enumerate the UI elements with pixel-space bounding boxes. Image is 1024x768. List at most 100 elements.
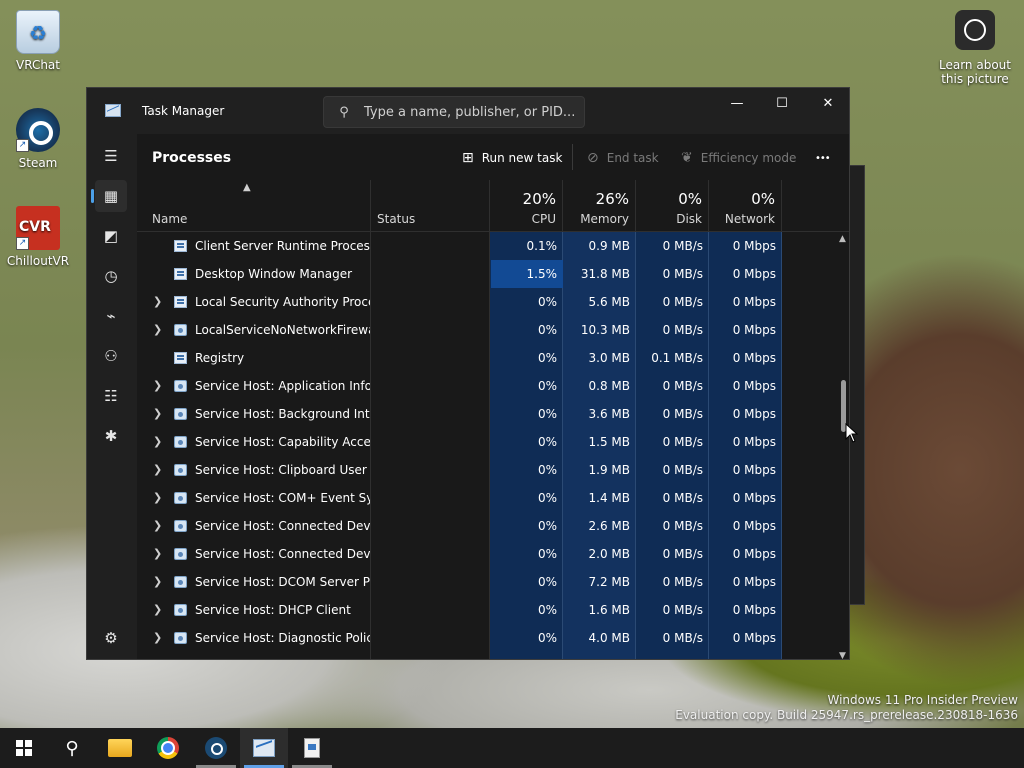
settings-gear-icon[interactable]: ⚙ xyxy=(95,622,127,654)
expand-chevron-icon[interactable]: ❯ xyxy=(153,631,162,644)
expand-chevron-icon[interactable]: ❯ xyxy=(153,463,162,476)
nav-app-history-icon[interactable]: ◷ xyxy=(95,260,127,292)
nav-services-icon[interactable]: ✱ xyxy=(95,420,127,452)
cpu-label: CPU xyxy=(531,212,556,226)
minimize-button[interactable]: — xyxy=(714,88,760,118)
process-name: Service Host: Diagnostic Polic... xyxy=(195,631,370,645)
desktop-icon-chilloutvr[interactable]: ↗ ChilloutVR xyxy=(0,206,76,268)
column-network[interactable]: 0% Network xyxy=(709,180,782,232)
process-row[interactable]: ❯ Service Host: DHCP Client 0% 1.6 MB 0 MB/s… xyxy=(137,596,837,624)
nav-performance-icon[interactable]: ◩ xyxy=(95,220,127,252)
expand-chevron-icon[interactable]: ❯ xyxy=(153,547,162,560)
column-name-label: Name xyxy=(152,212,188,226)
nav-processes-icon[interactable]: ▦ xyxy=(91,180,127,212)
taskbar-search-button[interactable]: ⚲ xyxy=(48,728,96,768)
process-cpu: 0% xyxy=(537,435,557,449)
process-memory: 1.6 MB xyxy=(588,603,630,617)
process-disk: 0 MB/s xyxy=(662,407,703,421)
nav-details-icon[interactable]: ☷ xyxy=(95,380,127,412)
efficiency-mode-label: Efficiency mode xyxy=(700,151,797,165)
windows-logo-icon xyxy=(16,740,32,756)
vertical-scrollbar[interactable]: ▲ ▼ xyxy=(837,232,849,659)
run-new-task-label: Run new task xyxy=(481,151,563,165)
process-row[interactable]: ❯ Service Host: Diagnostic Polic... 0% 4.0 … xyxy=(137,624,837,652)
desktop-icon-vrchat[interactable]: VRChat xyxy=(0,10,76,72)
desktop-icon-steam[interactable]: ↗ Steam xyxy=(0,108,76,170)
process-cpu: 0% xyxy=(537,463,557,477)
memory-total: 26% xyxy=(595,190,629,208)
expand-chevron-icon[interactable]: ❯ xyxy=(153,603,162,616)
process-row[interactable]: Desktop Window Manager 1.5% 31.8 MB 0 MB/s 0… xyxy=(137,260,837,288)
process-row[interactable]: ❯ Service Host: Connected Devi... 0% 2.0 MB… xyxy=(137,540,837,568)
watermark-line-2: Evaluation copy. Build 25947.rs_prerelea… xyxy=(675,708,1018,722)
process-name: Service Host: DHCP Client xyxy=(195,603,351,617)
shortcut-arrow-icon: ↗ xyxy=(16,237,29,250)
title-bar[interactable]: Task Manager ⚲ Type a name, publisher, o… xyxy=(87,88,849,134)
process-row[interactable]: ❯ Service Host: DCOM Server Pr... 0% 7.2 MB… xyxy=(137,568,837,596)
process-disk: 0 MB/s xyxy=(662,379,703,393)
hamburger-menu-icon[interactable]: ☰ xyxy=(95,140,127,172)
column-memory[interactable]: 26% Memory xyxy=(563,180,636,232)
process-row[interactable]: Registry 0% 3.0 MB 0.1 MB/s 0 Mbps xyxy=(137,344,837,372)
camera-icon xyxy=(955,10,995,50)
nav-startup-apps-icon[interactable]: ⌁ xyxy=(95,300,127,332)
expand-chevron-icon[interactable]: ❯ xyxy=(153,379,162,392)
column-disk[interactable]: 0% Disk xyxy=(636,180,709,232)
expand-chevron-icon[interactable]: ❯ xyxy=(153,575,162,588)
process-row[interactable]: ❯ Service Host: Clipboard User S... 0% 1.9 … xyxy=(137,456,837,484)
taskbar-document-app[interactable] xyxy=(288,728,336,768)
processes-toolbar: Processes ⊞ Run new task ⊘ End task ❦ Ef… xyxy=(137,134,849,180)
taskbar-steam[interactable] xyxy=(192,728,240,768)
expand-chevron-icon[interactable]: ❯ xyxy=(153,323,162,336)
sort-up-icon: ▲ xyxy=(243,182,251,193)
process-network: 0 Mbps xyxy=(732,239,776,253)
process-row[interactable]: ❯ Local Security Authority Proce... 0% 5.6 … xyxy=(137,288,837,316)
process-row[interactable]: ❯ LocalServiceNoNetworkFirewa... 0% 10.3 MB… xyxy=(137,316,837,344)
process-network: 0 Mbps xyxy=(732,407,776,421)
process-cpu: 0% xyxy=(537,575,557,589)
leaf-icon: ❦ xyxy=(681,150,693,166)
more-options-button[interactable]: ••• xyxy=(815,146,831,170)
taskbar-file-explorer[interactable] xyxy=(96,728,144,768)
column-cpu[interactable]: 20% CPU xyxy=(490,180,563,232)
expand-chevron-icon[interactable]: ❯ xyxy=(153,491,162,504)
process-row[interactable]: ❯ Service Host: Connected Devi... 0% 2.6 MB… xyxy=(137,512,837,540)
expand-chevron-icon[interactable]: ❯ xyxy=(153,295,162,308)
nav-users-icon[interactable]: ⚇ xyxy=(95,340,127,372)
process-row[interactable]: ❯ Service Host: COM+ Event Sys... 0% 1.4 MB… xyxy=(137,484,837,512)
document-icon xyxy=(304,738,320,758)
expand-chevron-icon[interactable]: ❯ xyxy=(153,407,162,420)
scroll-up-icon[interactable]: ▲ xyxy=(839,234,846,244)
process-disk: 0 MB/s xyxy=(662,547,703,561)
process-network: 0 Mbps xyxy=(732,267,776,281)
page-title: Processes xyxy=(152,150,232,166)
learn-about-picture[interactable]: Learn about this picture xyxy=(936,10,1014,86)
process-cpu: 0% xyxy=(537,603,557,617)
search-box[interactable]: ⚲ Type a name, publisher, or PID... xyxy=(323,96,585,128)
start-button[interactable] xyxy=(0,728,48,768)
taskbar-chrome[interactable] xyxy=(144,728,192,768)
column-name[interactable]: ▲ Name xyxy=(137,180,371,232)
close-button[interactable]: ✕ xyxy=(805,88,849,118)
mouse-cursor-icon xyxy=(845,423,859,443)
process-cpu: 0% xyxy=(537,323,557,337)
maximize-button[interactable]: ☐ xyxy=(759,88,805,118)
expand-chevron-icon[interactable]: ❯ xyxy=(153,519,162,532)
process-row[interactable]: ❯ Service Host: Capability Acces... 0% 1.5 … xyxy=(137,428,837,456)
end-task-button[interactable]: ⊘ End task xyxy=(587,146,659,170)
process-memory: 10.3 MB xyxy=(580,323,630,337)
expand-chevron-icon[interactable]: ❯ xyxy=(153,435,162,448)
taskbar-task-manager[interactable] xyxy=(240,728,288,768)
process-row[interactable]: ❯ Service Host: Background Inte... 0% 3.6 M… xyxy=(137,400,837,428)
process-disk: 0 MB/s xyxy=(662,519,703,533)
column-status[interactable]: Status xyxy=(371,180,490,232)
process-disk: 0 MB/s xyxy=(662,323,703,337)
process-row[interactable]: ❯ Service Host: Application Infor... 0% 0.8… xyxy=(137,372,837,400)
process-row[interactable]: Client Server Runtime Process 0.1% 0.9 MB 0… xyxy=(137,232,837,260)
process-memory: 4.0 MB xyxy=(588,631,630,645)
search-icon: ⚲ xyxy=(65,737,79,759)
run-new-task-button[interactable]: ⊞ Run new task xyxy=(462,146,562,170)
process-cpu: 0% xyxy=(537,547,557,561)
scroll-down-icon[interactable]: ▼ xyxy=(839,651,846,659)
efficiency-mode-button[interactable]: ❦ Efficiency mode xyxy=(681,146,796,170)
